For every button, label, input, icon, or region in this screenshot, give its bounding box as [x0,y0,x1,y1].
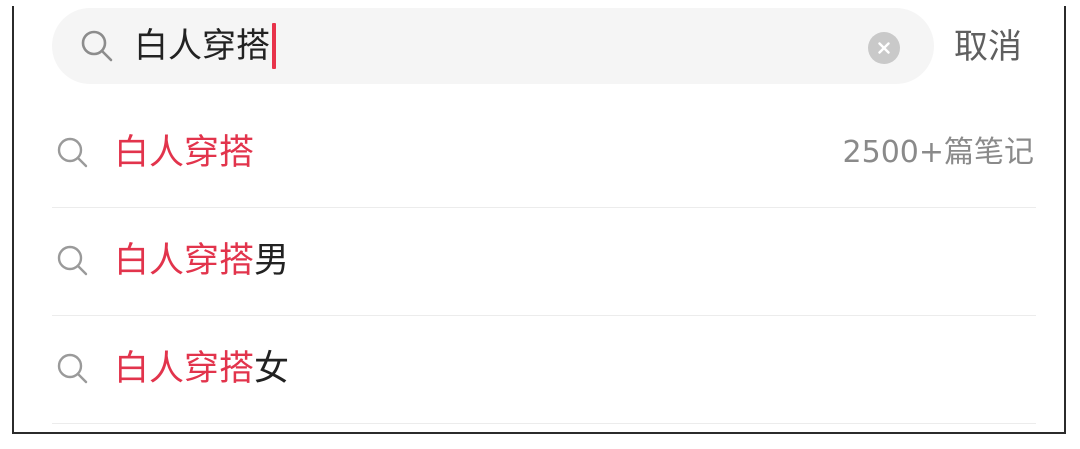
search-screen: 白人穿搭 取消 白人穿搭 2500+篇笔记 白人穿搭男 白人穿搭女 [12,6,1066,434]
cancel-button[interactable]: 取消 [954,22,1022,72]
suggestion-item[interactable]: 白人穿搭女 [52,316,1036,424]
search-icon [56,136,90,170]
search-bar[interactable]: 白人穿搭 [52,8,934,84]
suggestion-item[interactable]: 白人穿搭男 [52,208,1036,316]
suggestion-highlight: 白人穿搭 [114,133,255,173]
search-input[interactable]: 白人穿搭 [134,21,276,71]
suggestion-text: 白人穿搭 [114,126,254,180]
text-cursor [272,23,276,69]
suggestion-item[interactable]: 白人穿搭 2500+篇笔记 [52,100,1036,208]
clear-button[interactable] [868,32,900,64]
search-icon [80,29,114,63]
search-query-text: 白人穿搭 [134,26,270,66]
note-count: 2500+篇笔记 [842,135,1034,170]
suggestion-rest: 男 [254,241,290,281]
suggestion-text: 白人穿搭女 [114,342,289,396]
suggestion-highlight: 白人穿搭 [114,349,255,389]
search-icon [56,352,90,386]
suggestion-rest: 女 [254,349,290,389]
close-circle-icon [878,42,890,54]
search-icon [56,244,90,278]
suggestion-text: 白人穿搭男 [114,234,289,288]
suggestion-highlight: 白人穿搭 [114,241,255,281]
